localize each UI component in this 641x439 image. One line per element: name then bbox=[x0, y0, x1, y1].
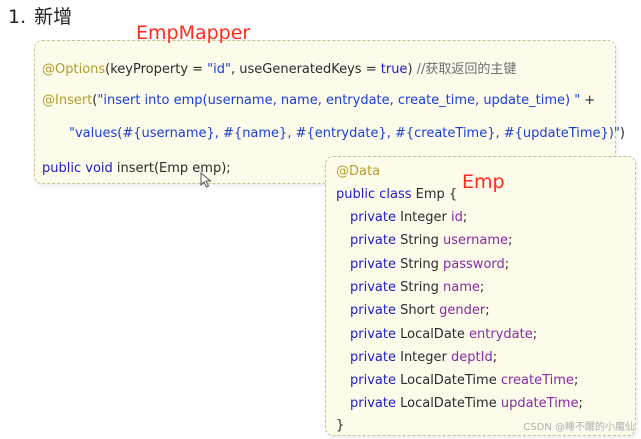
field-line: private Integer id; bbox=[350, 210, 468, 225]
field-line: private String password; bbox=[350, 256, 510, 272]
field-line: private String username; bbox=[350, 233, 513, 249]
field-line: private String name; bbox=[350, 279, 485, 295]
insert-annotation-line: @Insert("insert into emp(username, name,… bbox=[42, 93, 595, 108]
mouse-cursor-icon bbox=[200, 172, 212, 188]
class-close-brace: } bbox=[336, 418, 345, 433]
field-line: private Short gender; bbox=[350, 303, 490, 319]
field-type: LocalDateTime bbox=[400, 396, 497, 412]
options-annotation: @Options bbox=[42, 62, 106, 77]
data-annotation-text: @Data bbox=[336, 164, 381, 179]
options-close: ) bbox=[407, 62, 413, 77]
field-name: createTime bbox=[500, 373, 574, 389]
field-type: Integer bbox=[400, 210, 447, 225]
field-mod: private bbox=[350, 233, 396, 249]
section-title: 新增 bbox=[34, 6, 73, 28]
values-close: ) bbox=[619, 126, 625, 141]
section-heading: 1. 新增 bbox=[8, 2, 72, 29]
watermark: CSDN @睡不醒的小魔仙 bbox=[523, 422, 635, 433]
field-type: LocalDateTime bbox=[400, 373, 497, 389]
field-type: String bbox=[400, 279, 439, 295]
options-mid: , useGeneratedKeys = bbox=[231, 62, 381, 77]
field-type: Integer bbox=[400, 349, 447, 365]
use-generated-keys-value: true bbox=[380, 62, 408, 77]
field-line: private LocalDate entrydate; bbox=[350, 326, 538, 342]
method-signature: insert(Emp emp); bbox=[112, 161, 231, 176]
field-type: String bbox=[400, 233, 439, 249]
field-name: id bbox=[451, 210, 463, 225]
data-annotation: @Data bbox=[336, 164, 380, 179]
field-mod: private bbox=[350, 349, 396, 365]
insert-annotation: @Insert bbox=[42, 93, 93, 108]
field-mod: private bbox=[350, 210, 396, 225]
insert-sql-part1: "insert into emp(username, name, entryda… bbox=[97, 93, 581, 108]
options-comment: //获取返回的主键 bbox=[416, 62, 517, 77]
field-type: Short bbox=[400, 303, 435, 319]
field-mod: private bbox=[350, 303, 396, 319]
field-mod: private bbox=[350, 256, 396, 272]
field-name: name bbox=[443, 279, 480, 295]
field-name: password bbox=[443, 256, 505, 272]
options-annotation-line: @Options(keyProperty = "id", useGenerate… bbox=[42, 58, 516, 77]
class-declaration: public class Emp { bbox=[336, 187, 457, 202]
field-type: LocalDate bbox=[400, 326, 465, 342]
field-name: updateTime bbox=[500, 396, 579, 412]
method-modifiers: public void bbox=[42, 161, 113, 176]
class-name: Emp { bbox=[411, 187, 458, 202]
mapper-title: EmpMapper bbox=[136, 22, 251, 44]
field-mod: private bbox=[350, 373, 396, 389]
field-name: entrydate bbox=[469, 326, 533, 342]
options-open: (keyProperty = bbox=[105, 62, 208, 77]
key-property-value: "id" bbox=[207, 62, 231, 77]
values-line: "values(#{username}, #{name}, #{entrydat… bbox=[69, 126, 625, 141]
section-number: 1. bbox=[8, 6, 27, 28]
class-modifiers: public class bbox=[336, 187, 412, 202]
field-line: private Integer deptId; bbox=[350, 349, 498, 365]
field-name: deptId bbox=[451, 349, 493, 365]
field-name: gender bbox=[439, 303, 486, 319]
field-name: username bbox=[443, 233, 509, 249]
field-mod: private bbox=[350, 279, 396, 295]
insert-plus: + bbox=[580, 93, 596, 108]
field-type: String bbox=[400, 256, 439, 272]
emp-title: Emp bbox=[462, 171, 505, 193]
field-line: private LocalDateTime updateTime; bbox=[350, 396, 583, 412]
field-line: private LocalDateTime createTime; bbox=[350, 373, 579, 389]
field-mod: private bbox=[350, 396, 396, 412]
field-mod: private bbox=[350, 326, 396, 342]
insert-sql-part2: "values(#{username}, #{name}, #{entrydat… bbox=[69, 126, 620, 141]
